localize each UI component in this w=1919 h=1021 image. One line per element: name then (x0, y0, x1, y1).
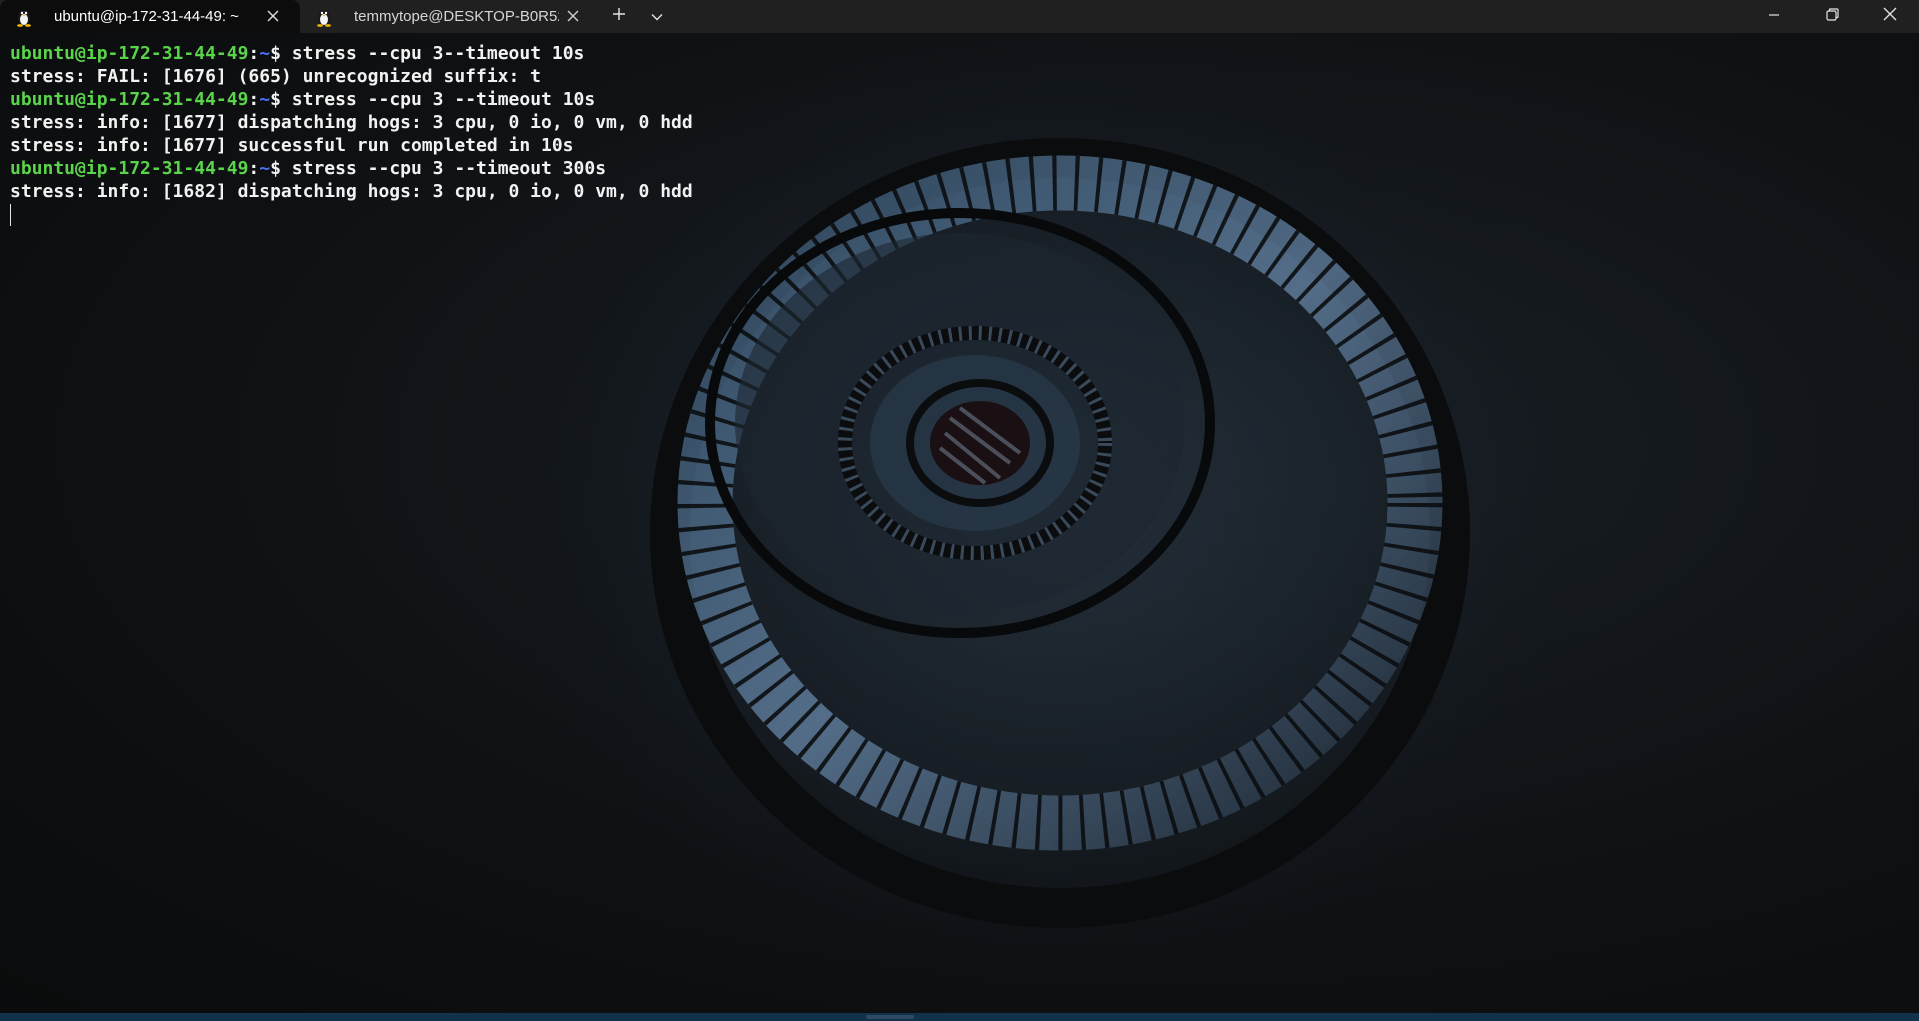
tab-title: ubuntu@ip-172-31-44-49: ~ (54, 8, 239, 25)
output-line: stress: info: [1677] dispatching hogs: 3… (10, 112, 693, 133)
tab-title: temmytope@DESKTOP-B0R52 (354, 8, 559, 25)
chevron-down-icon (651, 8, 663, 26)
restore-button[interactable] (1803, 0, 1861, 33)
text-cursor (10, 204, 11, 226)
close-window-button[interactable] (1861, 0, 1919, 33)
close-tab-icon[interactable] (564, 7, 582, 25)
close-icon (1883, 7, 1897, 26)
prompt-path: ~ (259, 43, 271, 64)
terminal-pane[interactable]: ubuntu@ip-172-31-44-49:~$ stress --cpu 3… (0, 33, 1919, 1013)
plus-icon (612, 7, 626, 26)
restore-icon (1825, 7, 1839, 26)
prompt-symbol: $ (270, 43, 292, 64)
prompt-path: ~ (259, 89, 271, 110)
output-line: stress: info: [1677] successful run comp… (10, 135, 574, 156)
prompt-separator: : (248, 89, 260, 110)
new-tab-button[interactable] (600, 0, 638, 33)
close-tab-icon[interactable] (264, 7, 282, 25)
prompt-user: ubuntu@ip-172-31-44-49 (10, 43, 249, 64)
window-controls (1745, 0, 1919, 33)
command-text: stress --cpu 3--timeout 10s (291, 43, 585, 64)
scroll-handle[interactable] (866, 1015, 914, 1019)
tab-ubuntu-ssh[interactable]: ubuntu@ip-172-31-44-49: ~ (0, 0, 300, 33)
command-line: ubuntu@ip-172-31-44-49:~$ stress --cpu 3… (10, 42, 693, 65)
minimize-button[interactable] (1745, 0, 1803, 33)
command-line: ubuntu@ip-172-31-44-49:~$ stress --cpu 3… (10, 88, 693, 111)
title-bar: ubuntu@ip-172-31-44-49: ~ temmytope@DESK… (0, 0, 1919, 33)
command-text: stress --cpu 3 --timeout 10s (291, 89, 596, 110)
command-line: ubuntu@ip-172-31-44-49:~$ stress --cpu 3… (10, 157, 693, 180)
tab-dropdown-button[interactable] (638, 0, 676, 33)
command-text: stress --cpu 3 --timeout 300s (291, 158, 607, 179)
prompt-separator: : (248, 158, 260, 179)
prompt-separator: : (248, 43, 260, 64)
input-line[interactable] (10, 203, 693, 226)
linux-penguin-icon (314, 7, 334, 27)
terminal-output: ubuntu@ip-172-31-44-49:~$ stress --cpu 3… (10, 42, 693, 226)
linux-penguin-icon (14, 7, 34, 27)
prompt-user: ubuntu@ip-172-31-44-49 (10, 89, 249, 110)
prompt-path: ~ (259, 158, 271, 179)
bottom-strip (0, 1013, 1919, 1021)
output-line: stress: FAIL: [1676] (665) unrecognized … (10, 66, 542, 87)
minimize-icon (1768, 8, 1780, 26)
prompt-symbol: $ (270, 158, 292, 179)
prompt-symbol: $ (270, 89, 292, 110)
prompt-user: ubuntu@ip-172-31-44-49 (10, 158, 249, 179)
output-line: stress: info: [1682] dispatching hogs: 3… (10, 181, 693, 202)
tab-desktop-wsl[interactable]: temmytope@DESKTOP-B0R52 (300, 0, 600, 33)
